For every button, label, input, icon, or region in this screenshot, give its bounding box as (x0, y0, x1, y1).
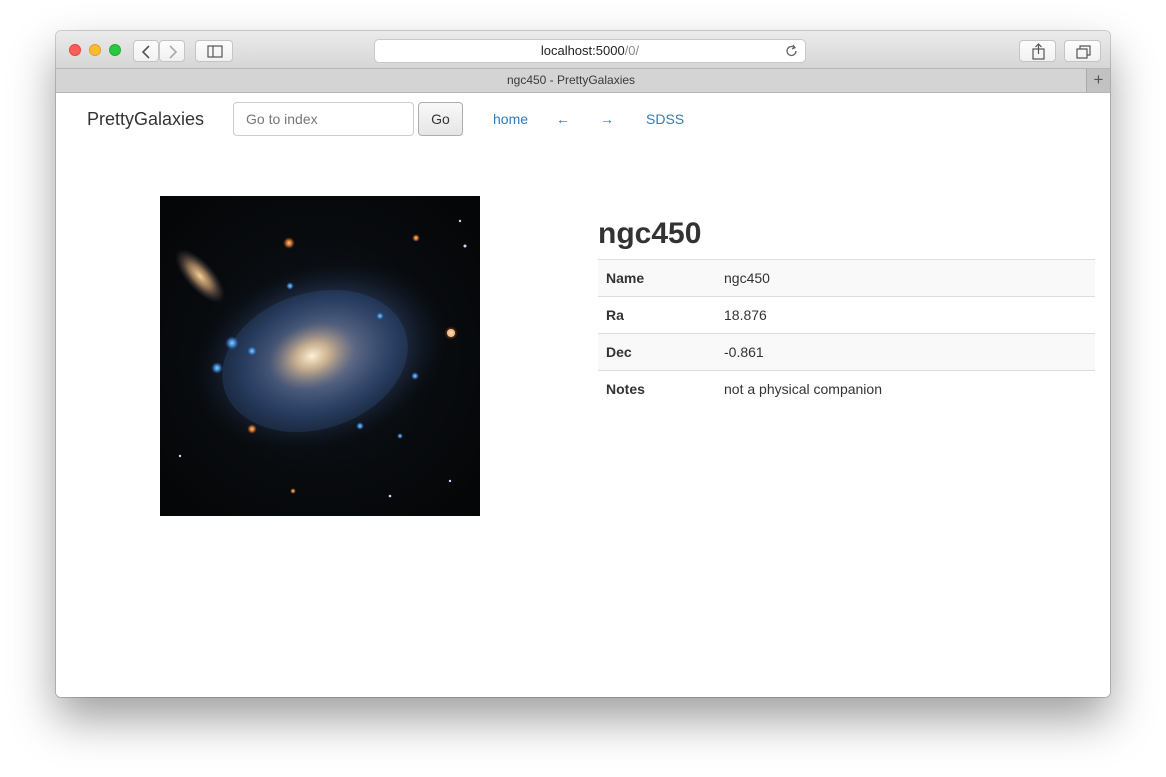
previous-link[interactable]: ← (556, 111, 570, 127)
url-host: localhost:5000 (540, 43, 625, 58)
row-value: -0.861 (716, 333, 1095, 371)
reload-icon[interactable] (785, 44, 799, 58)
home-link[interactable]: home (493, 111, 528, 127)
zoom-window-button[interactable] (109, 44, 121, 56)
sidebar-icon (207, 45, 223, 58)
row-value: not a physical companion (716, 370, 1095, 408)
tabs-icon (1076, 45, 1091, 59)
active-tab-title[interactable]: ngc450 - PrettyGalaxies (56, 69, 1086, 92)
brand-logo[interactable]: PrettyGalaxies (87, 109, 204, 130)
next-link[interactable]: → (600, 111, 614, 127)
close-window-button[interactable] (69, 44, 81, 56)
row-value: 18.876 (716, 296, 1095, 334)
chevron-right-icon (169, 45, 178, 59)
browser-toolbar: localhost:5000/0/ (56, 31, 1110, 69)
url-path: /0/ (624, 43, 640, 58)
go-button[interactable]: Go (418, 102, 463, 136)
browser-window: localhost:5000/0/ ngc450 - PrettyGalaxie… (56, 31, 1110, 697)
page-content: PrettyGalaxies Go home ← → SDSS (56, 93, 1110, 697)
sdss-link[interactable]: SDSS (646, 111, 684, 127)
share-button[interactable] (1019, 40, 1056, 62)
table-row: Notes not a physical companion (598, 370, 1095, 408)
row-key: Ra (598, 296, 716, 334)
table-row: Name ngc450 (598, 259, 1095, 297)
back-button[interactable] (133, 40, 159, 62)
share-icon (1032, 43, 1045, 60)
row-key: Notes (598, 370, 716, 408)
chevron-left-icon (141, 45, 150, 59)
row-key: Name (598, 259, 716, 297)
galaxy-image (160, 196, 480, 516)
table-row: Dec -0.861 (598, 333, 1095, 371)
new-tab-button[interactable]: + (1086, 69, 1110, 92)
row-key: Dec (598, 333, 716, 371)
sidebar-toggle-button[interactable] (195, 40, 233, 62)
tab-bar: ngc450 - PrettyGalaxies + (56, 69, 1110, 93)
tabs-overview-button[interactable] (1064, 40, 1101, 62)
forward-button[interactable] (159, 40, 185, 62)
galaxy-info-table: Name ngc450 Ra 18.876 Dec -0.861 Notes n… (598, 259, 1095, 408)
table-row: Ra 18.876 (598, 296, 1095, 334)
galaxy-title: ngc450 (598, 217, 702, 250)
minimize-window-button[interactable] (89, 44, 101, 56)
address-bar[interactable]: localhost:5000/0/ (374, 39, 806, 63)
row-value: ngc450 (716, 259, 1095, 297)
index-search-input[interactable] (233, 102, 414, 136)
